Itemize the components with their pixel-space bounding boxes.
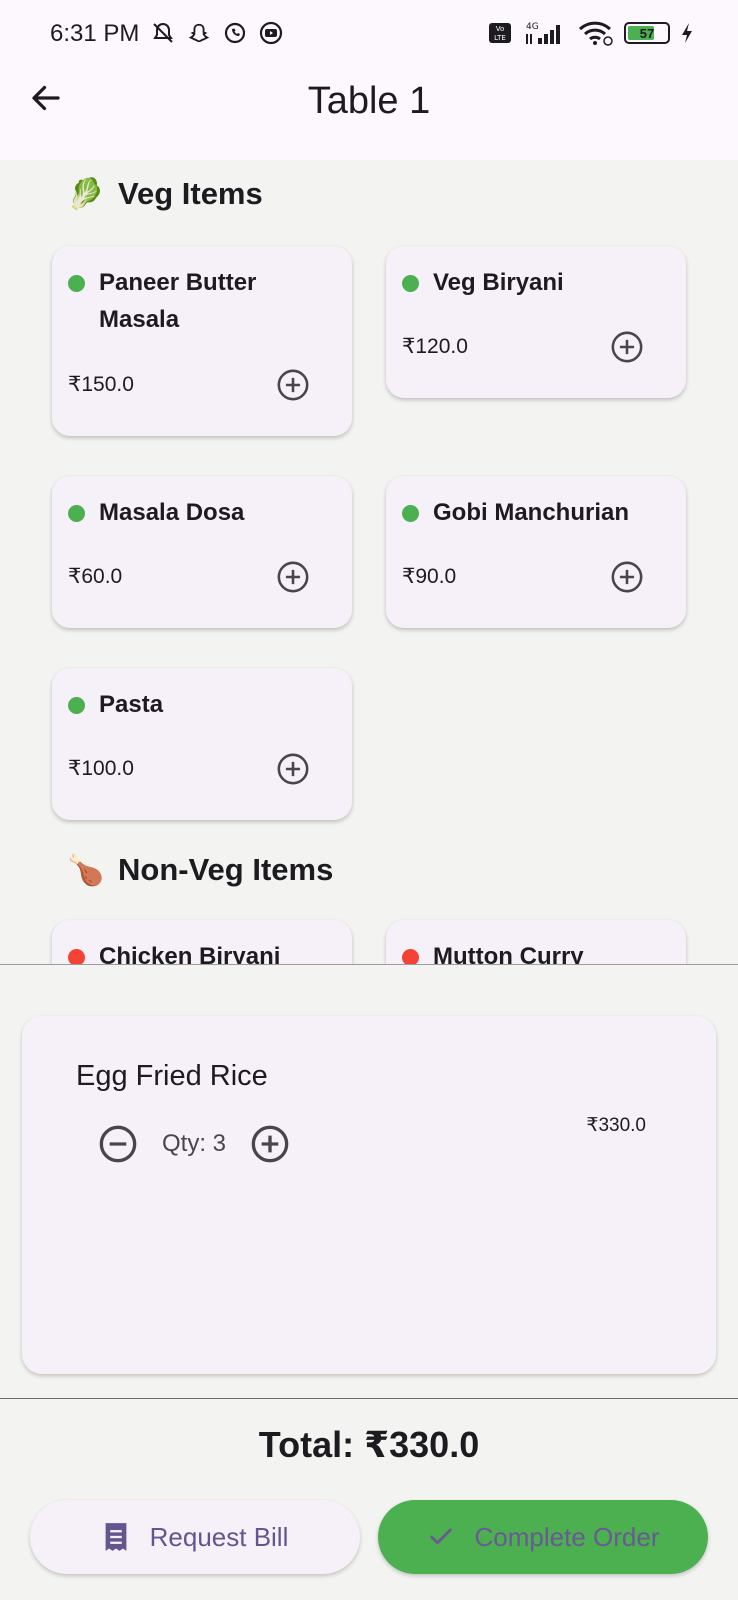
whatsapp-icon xyxy=(222,20,248,46)
order-item-price: ₹330.0 xyxy=(586,1115,646,1136)
add-circle-icon[interactable] xyxy=(276,560,310,594)
menu-item-card[interactable]: Pasta ₹100.0 xyxy=(52,668,352,820)
svg-text:4G: 4G xyxy=(526,22,539,32)
menu-item-price: ₹120.0 xyxy=(402,335,468,358)
battery-level: 57 xyxy=(639,25,655,41)
veg-indicator xyxy=(68,505,85,522)
notification-icons xyxy=(150,20,284,46)
divider xyxy=(0,964,738,965)
menu-item-card[interactable]: Chicken Biryani xyxy=(52,920,352,964)
divider xyxy=(0,1398,738,1399)
add-circle-icon[interactable] xyxy=(250,1124,290,1164)
status-bar: 6:31 PM Vo LTE 4G 57 xyxy=(0,0,738,66)
add-circle-icon[interactable] xyxy=(610,560,644,594)
menu-item-name: Masala Dosa xyxy=(99,499,245,526)
check-icon xyxy=(429,1528,452,1545)
menu-item-name: Veg Biryani xyxy=(433,269,564,296)
nonveg-section-header: 🍗 Non-Veg Items xyxy=(67,852,334,888)
menu-item-card[interactable]: Paneer Butter Masala ₹150.0 xyxy=(52,246,352,436)
menu-item-price: ₹60.0 xyxy=(68,565,123,588)
wifi-icon xyxy=(578,20,614,46)
complete-order-label: Complete Order xyxy=(474,1521,660,1552)
veg-indicator xyxy=(402,505,419,522)
nonveg-indicator xyxy=(402,949,419,964)
svg-text:Vo: Vo xyxy=(496,25,505,33)
order-summary-card: Egg Fried Rice ₹330.0 Qty: 3 xyxy=(22,1016,716,1374)
request-bill-label: Request Bill xyxy=(149,1521,289,1552)
leafy-green-icon: 🥬 xyxy=(67,177,105,211)
top-bar: 6:31 PM Vo LTE 4G 57 Table 1 xyxy=(0,0,738,160)
menu-item-card[interactable]: Gobi Manchurian ₹90.0 xyxy=(386,476,686,628)
order-total: Total: ₹330.0 xyxy=(258,1424,480,1465)
drumstick-icon: 🍗 xyxy=(67,853,105,887)
menu-list[interactable]: 🥬 Veg Items Paneer Butter Masala ₹150.0 … xyxy=(0,160,738,964)
mute-alarm-icon xyxy=(150,20,176,46)
quantity-stepper: Qty: 3 xyxy=(98,1124,290,1164)
veg-indicator xyxy=(68,275,85,292)
nonveg-indicator xyxy=(68,949,85,964)
menu-item-name: Mutton Curry xyxy=(433,943,584,964)
menu-item-price: ₹150.0 xyxy=(68,373,134,396)
add-circle-icon[interactable] xyxy=(276,368,310,402)
menu-item-name: Paneer Butter Masala xyxy=(99,269,257,333)
snapchat-icon xyxy=(186,20,212,46)
menu-item-name: Gobi Manchurian xyxy=(433,499,630,526)
page-title: Table 1 xyxy=(307,80,431,122)
menu-item-name: Pasta xyxy=(99,691,164,718)
volte-icon: Vo LTE xyxy=(488,21,512,45)
complete-order-button[interactable]: Complete Order xyxy=(378,1500,708,1574)
system-icons: Vo LTE 4G 57 xyxy=(488,20,694,46)
veg-section-header: 🥬 Veg Items xyxy=(67,176,263,212)
svg-text:LTE: LTE xyxy=(494,34,506,42)
remove-circle-icon[interactable] xyxy=(98,1124,138,1164)
battery-icon: 57 xyxy=(624,22,670,44)
veg-indicator xyxy=(402,275,419,292)
status-time: 6:31 PM xyxy=(50,20,140,47)
veg-section-title: Veg Items xyxy=(118,176,263,211)
menu-item-price: ₹90.0 xyxy=(402,565,457,588)
menu-item-card[interactable]: Masala Dosa ₹60.0 xyxy=(52,476,352,628)
add-circle-icon[interactable] xyxy=(276,752,310,786)
menu-item-name: Chicken Biryani xyxy=(99,943,281,964)
order-item-name: Egg Fried Rice xyxy=(76,1060,268,1092)
menu-item-card[interactable]: Veg Biryani ₹120.0 xyxy=(386,246,686,398)
charging-icon xyxy=(680,22,694,44)
request-bill-button[interactable]: Request Bill xyxy=(30,1500,360,1574)
menu-item-price: ₹100.0 xyxy=(68,757,134,780)
quantity-label: Qty: 3 xyxy=(162,1130,227,1157)
menu-item-card[interactable]: Mutton Curry xyxy=(386,920,686,964)
signal-4g-icon: 4G xyxy=(522,20,568,46)
veg-indicator xyxy=(68,697,85,714)
receipt-icon xyxy=(105,1523,127,1551)
youtube-icon xyxy=(258,20,284,46)
add-circle-icon[interactable] xyxy=(610,330,644,364)
nonveg-section-title: Non-Veg Items xyxy=(118,852,334,887)
